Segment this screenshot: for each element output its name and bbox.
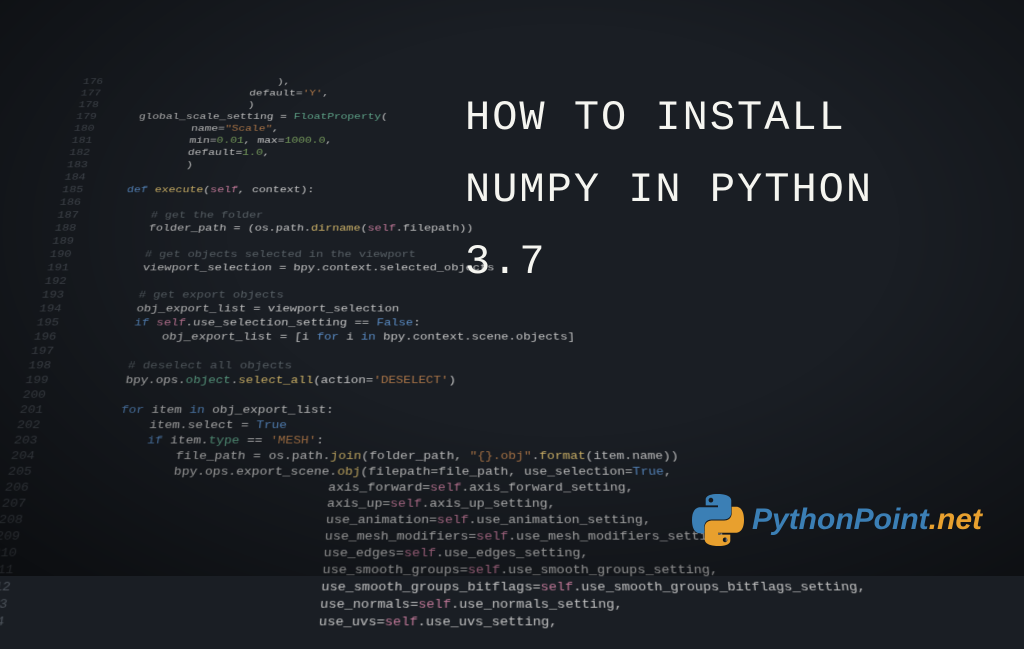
code-line: 199 bpy.ops.object.select_all(action='DE… xyxy=(18,373,1006,388)
code-line: 195 if self.use_selection_setting == Fal… xyxy=(29,316,995,330)
code-line: 210 use_edges=self.use_edges_setting, xyxy=(0,545,1024,562)
hero-title: HOW TO INSTALL NUMPY IN PYTHON 3.7 xyxy=(465,82,873,298)
code-line: 200 xyxy=(15,388,1009,403)
code-line: 214 use_uvs=self.use_uvs_setting, xyxy=(0,614,1024,632)
brand-blue: PythonPoint xyxy=(752,503,929,536)
title-line-3: 3.7 xyxy=(465,226,873,298)
brand-orange: .net xyxy=(929,503,982,536)
code-line: 201 for item in obj_export_list: xyxy=(12,403,1012,418)
code-line: 197 xyxy=(24,344,1001,358)
python-icon xyxy=(692,494,744,546)
code-line: 212 use_smooth_groups_bitflags=self.use_… xyxy=(0,579,1024,596)
code-line: 213 use_normals=self.use_normals_setting… xyxy=(0,596,1024,613)
code-line: 204 file_path = os.path.join(folder_path… xyxy=(3,449,1021,465)
code-line: 203 if item.type == 'MESH': xyxy=(6,433,1018,448)
code-line: 198 # deselect all objects xyxy=(21,359,1003,374)
code-line: 211 use_smooth_groups=self.use_smooth_gr… xyxy=(0,562,1024,579)
title-line-1: HOW TO INSTALL xyxy=(465,82,873,154)
code-line: 194 obj_export_list = viewport_selection xyxy=(32,302,992,316)
code-line: 196 obj_export_list = [i for i in bpy.co… xyxy=(26,330,997,344)
code-line: 202 item.select = True xyxy=(9,418,1015,433)
code-line: 205 bpy.ops.export_scene.obj(filepath=fi… xyxy=(0,464,1024,480)
title-line-2: NUMPY IN PYTHON xyxy=(465,154,873,226)
brand-text: PythonPoint.net xyxy=(752,503,982,537)
brand-logo: PythonPoint.net xyxy=(692,494,982,546)
